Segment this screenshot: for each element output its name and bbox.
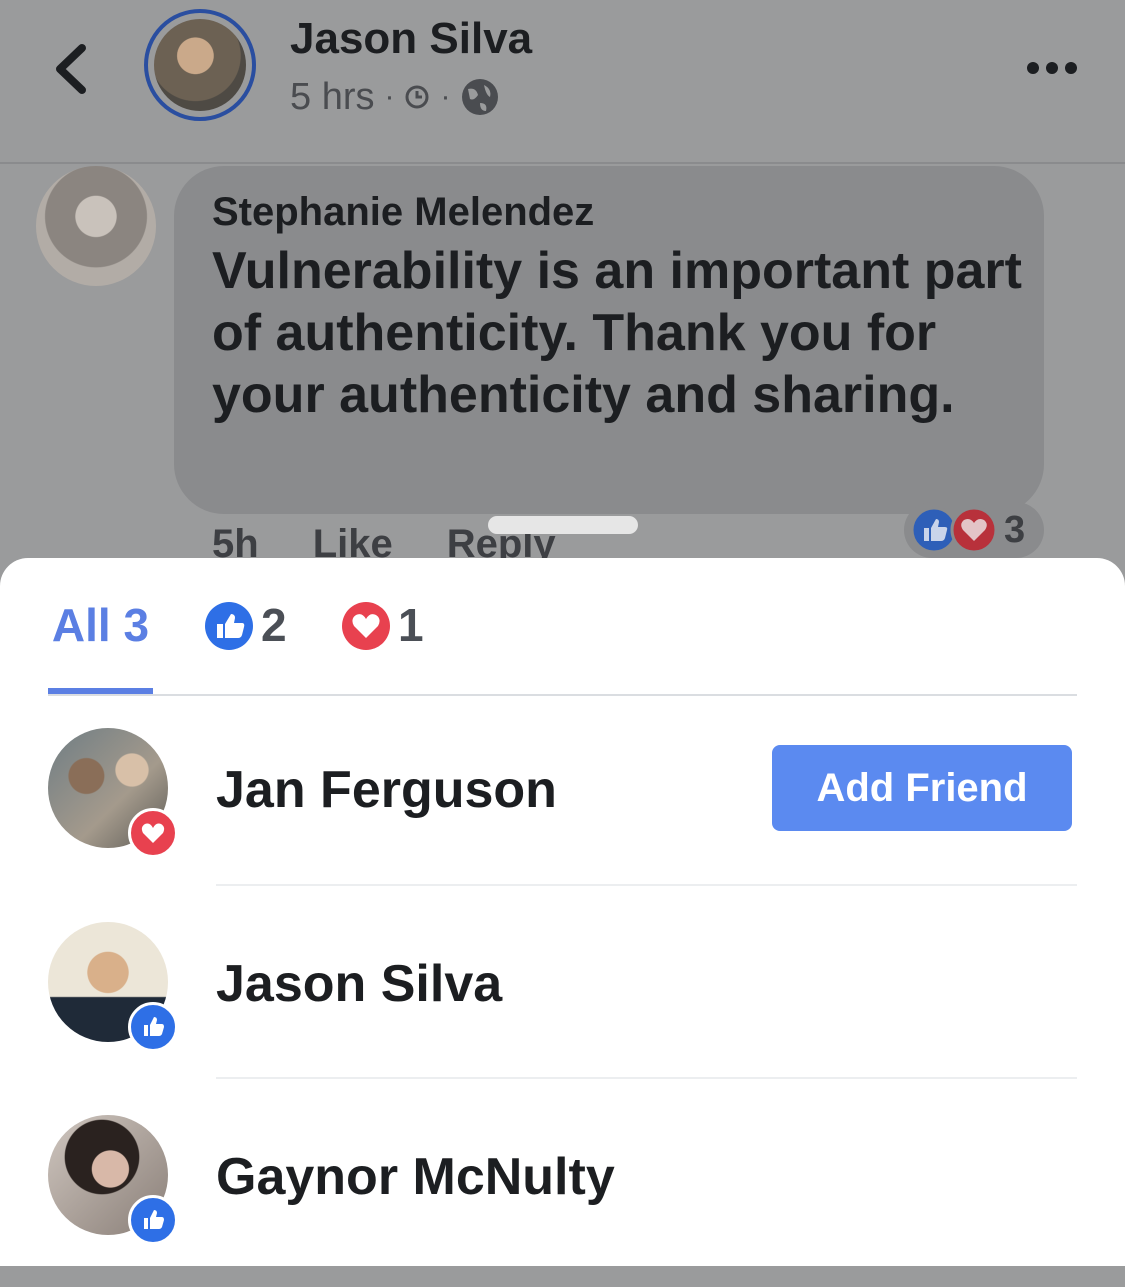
love-icon: [950, 506, 998, 554]
tab-all-label: All 3: [51, 599, 150, 651]
list-item[interactable]: Gaynor McNulty: [0, 1095, 1125, 1287]
tab-all[interactable]: All 3: [48, 598, 153, 694]
post-header: Jason Silva 5 hrs · ·: [0, 0, 1125, 164]
chevron-left-icon: [56, 44, 86, 94]
love-icon: [342, 602, 390, 650]
post-meta: 5 hrs · ·: [290, 74, 500, 120]
comment-reaction-summary[interactable]: 3: [904, 502, 1044, 558]
sheet-grabber[interactable]: [488, 516, 638, 534]
list-item[interactable]: Jason Silva: [0, 902, 1125, 1094]
poster-avatar[interactable]: [144, 9, 256, 121]
reaction-tabs: All 3 2 1: [48, 598, 1077, 696]
tab-love[interactable]: 1: [340, 598, 424, 694]
poster-name[interactable]: Jason Silva: [290, 14, 532, 64]
love-badge-icon: [128, 808, 178, 858]
like-badge-icon: [128, 1002, 178, 1052]
back-button[interactable]: [44, 34, 104, 104]
separator-dot: ·: [440, 80, 451, 113]
comment-time: 5h: [212, 522, 259, 560]
person-name[interactable]: Jason Silva: [216, 954, 502, 1014]
separator-dot: ·: [384, 80, 395, 113]
globe-icon: [462, 79, 499, 115]
person-name[interactable]: Jan Ferguson: [216, 760, 557, 820]
list-item[interactable]: Jan Ferguson Add Friend: [0, 708, 1125, 900]
more-options-icon[interactable]: [1027, 58, 1077, 78]
person-name[interactable]: Gaynor McNulty: [216, 1147, 615, 1207]
add-friend-button[interactable]: Add Friend: [772, 745, 1072, 831]
clock-icon: [405, 85, 429, 109]
tab-like-count: 2: [261, 599, 287, 651]
divider: [216, 1077, 1077, 1079]
like-icon: [205, 602, 253, 650]
post-time: 5 hrs: [290, 75, 375, 118]
tab-like[interactable]: 2: [203, 598, 287, 694]
reaction-count: 3: [1004, 508, 1026, 551]
comment-like-button[interactable]: Like: [313, 522, 393, 560]
comment-text: Vulnerability is an important part of au…: [212, 242, 1022, 424]
like-badge-icon: [128, 1195, 178, 1245]
commenter-name[interactable]: Stephanie Melendez: [212, 190, 594, 235]
divider: [216, 884, 1077, 886]
reactions-sheet: All 3 2 1 Jan Ferguson Add Friend Jason …: [0, 558, 1125, 1266]
commenter-avatar[interactable]: [36, 166, 156, 286]
tab-love-count: 1: [398, 599, 424, 651]
